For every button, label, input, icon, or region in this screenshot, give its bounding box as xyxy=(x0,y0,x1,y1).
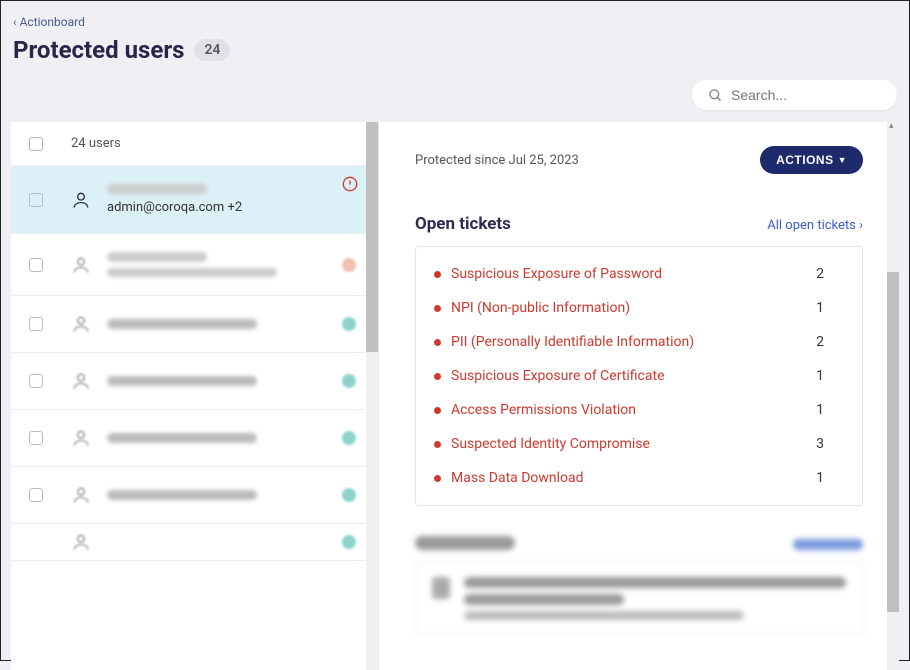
user-name xyxy=(107,490,257,500)
user-icon xyxy=(71,428,93,448)
activity-log-section xyxy=(415,536,863,635)
search-input[interactable] xyxy=(731,87,881,103)
user-checkbox[interactable] xyxy=(29,258,43,272)
user-icon xyxy=(71,532,93,552)
ticket-dot-icon xyxy=(434,441,441,448)
ticket-dot-icon xyxy=(434,271,441,278)
user-row[interactable] xyxy=(11,467,378,524)
all-open-tickets-link[interactable]: All open tickets › xyxy=(767,218,863,233)
user-checkbox[interactable] xyxy=(29,374,43,388)
user-checkbox[interactable] xyxy=(29,193,43,207)
right-scrollbar[interactable] xyxy=(887,122,899,670)
user-checkbox[interactable] xyxy=(29,488,43,502)
user-icon xyxy=(71,371,93,391)
ticket-label[interactable]: Suspicious Exposure of Certificate xyxy=(451,368,665,384)
ticket-count: 1 xyxy=(816,368,844,384)
ticket-count: 2 xyxy=(816,334,844,350)
user-row[interactable] xyxy=(11,524,378,561)
user-row[interactable] xyxy=(11,234,378,296)
status-dot xyxy=(342,317,356,331)
ticket-label[interactable]: Mass Data Download xyxy=(451,470,584,486)
status-dot xyxy=(342,535,356,549)
list-header-label: 24 users xyxy=(71,136,121,151)
search-box[interactable] xyxy=(692,80,897,110)
ticket-row[interactable]: Suspicious Exposure of Password 2 xyxy=(434,257,844,291)
user-icon xyxy=(71,255,93,275)
status-dot xyxy=(342,488,356,502)
ticket-count: 1 xyxy=(816,470,844,486)
breadcrumb[interactable]: ‹ Actionboard xyxy=(13,15,85,29)
ticket-dot-icon xyxy=(434,475,441,482)
ticket-label[interactable]: NPI (Non-public Information) xyxy=(451,300,630,316)
user-name xyxy=(107,184,207,194)
ticket-label[interactable]: PII (Personally Identifiable Information… xyxy=(451,334,694,350)
user-name xyxy=(107,252,207,262)
user-row[interactable] xyxy=(11,296,378,353)
ticket-label[interactable]: Suspicious Exposure of Password xyxy=(451,266,662,282)
search-icon xyxy=(708,88,723,103)
page-title: Protected users xyxy=(13,36,184,64)
user-row[interactable]: admin@coroqa.com +2 xyxy=(11,166,378,234)
user-email: admin@coroqa.com +2 xyxy=(107,200,360,215)
ticket-label[interactable]: Suspected Identity Compromise xyxy=(451,436,650,452)
ticket-row[interactable]: Access Permissions Violation 1 xyxy=(434,393,844,427)
ticket-label[interactable]: Access Permissions Violation xyxy=(451,402,636,418)
ticket-row[interactable]: Suspected Identity Compromise 3 xyxy=(434,427,844,461)
select-all-checkbox[interactable] xyxy=(29,137,43,151)
status-dot xyxy=(342,374,356,388)
user-checkbox[interactable] xyxy=(29,431,43,445)
actions-button[interactable]: ACTIONS ▼ xyxy=(760,146,863,174)
list-header: 24 users xyxy=(11,122,378,166)
user-icon xyxy=(71,190,93,210)
user-email xyxy=(107,268,277,277)
user-name xyxy=(107,433,257,443)
user-row[interactable] xyxy=(11,353,378,410)
ticket-count: 1 xyxy=(816,300,844,316)
left-scrollbar[interactable] xyxy=(366,122,378,670)
user-checkbox[interactable] xyxy=(29,317,43,331)
status-dot xyxy=(342,431,356,445)
user-icon xyxy=(71,314,93,334)
ticket-count: 1 xyxy=(816,402,844,418)
ticket-row[interactable]: Suspicious Exposure of Certificate 1 xyxy=(434,359,844,393)
ticket-dot-icon xyxy=(434,407,441,414)
status-dot xyxy=(342,258,356,272)
user-list-panel: 24 users admin@coroqa.com +2 xyxy=(11,122,379,670)
user-icon xyxy=(71,485,93,505)
ticket-row[interactable]: PII (Personally Identifiable Information… xyxy=(434,325,844,359)
count-badge: 24 xyxy=(194,39,230,61)
ticket-row[interactable]: NPI (Non-public Information) 1 xyxy=(434,291,844,325)
ticket-count: 3 xyxy=(816,436,844,452)
ticket-dot-icon xyxy=(434,339,441,346)
user-row[interactable] xyxy=(11,410,378,467)
ticket-dot-icon xyxy=(434,305,441,312)
user-name xyxy=(107,376,257,386)
tickets-box: Suspicious Exposure of Password 2 NPI (N… xyxy=(415,246,863,506)
caret-down-icon: ▼ xyxy=(838,155,847,165)
user-name xyxy=(107,319,257,329)
ticket-count: 2 xyxy=(816,266,844,282)
actions-label: ACTIONS xyxy=(776,153,834,167)
protected-since: Protected since Jul 25, 2023 xyxy=(415,153,579,168)
alert-icon xyxy=(342,176,358,196)
ticket-dot-icon xyxy=(434,373,441,380)
ticket-row[interactable]: Mass Data Download 1 xyxy=(434,461,844,495)
open-tickets-title: Open tickets xyxy=(415,214,511,234)
detail-panel: Protected since Jul 25, 2023 ACTIONS ▼ O… xyxy=(379,122,899,670)
